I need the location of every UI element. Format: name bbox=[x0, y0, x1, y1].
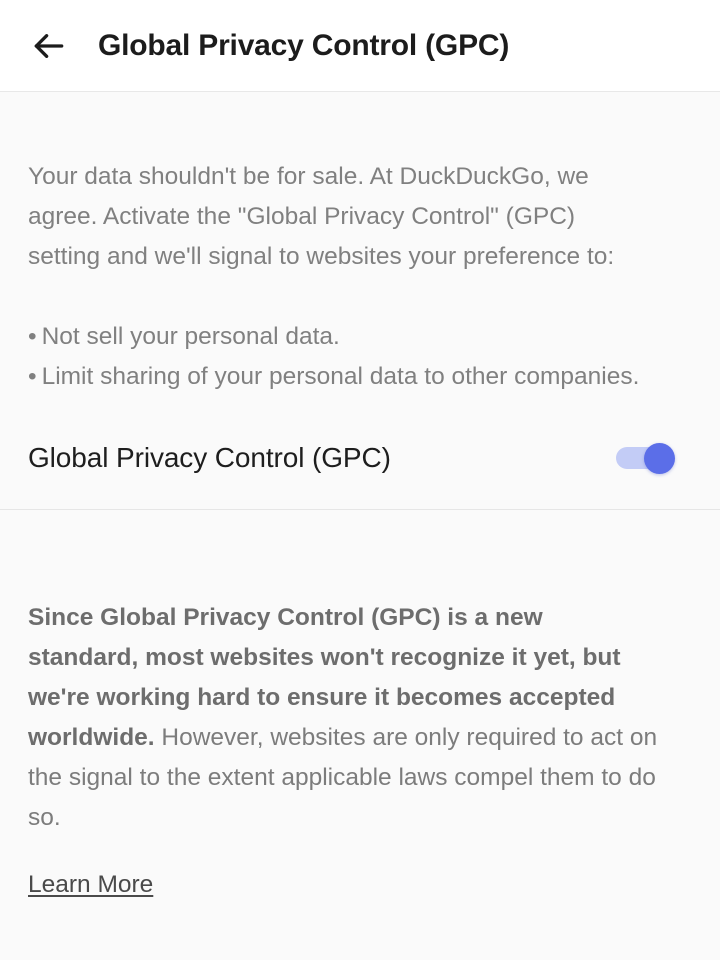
list-item: • Not sell your personal data. bbox=[28, 317, 653, 357]
list-item-label: Not sell your personal data. bbox=[41, 322, 340, 350]
gpc-setting-row[interactable]: Global Privacy Control (GPC) bbox=[28, 441, 692, 475]
back-button[interactable] bbox=[16, 13, 82, 79]
list-item: • Limit sharing of your personal data to … bbox=[28, 357, 653, 397]
description-section: Your data shouldn't be for sale. At Duck… bbox=[0, 92, 720, 509]
list-item-label: Limit sharing of your personal data to o… bbox=[41, 362, 640, 390]
bullet-icon: • bbox=[28, 322, 37, 350]
gpc-settings-screen: Global Privacy Control (GPC) Your data s… bbox=[0, 0, 720, 960]
page-title: Global Privacy Control (GPC) bbox=[98, 28, 510, 62]
app-bar: Global Privacy Control (GPC) bbox=[0, 0, 720, 92]
footnote-text: Since Global Privacy Control (GPC) is a … bbox=[28, 598, 658, 838]
benefits-list: • Not sell your personal data. • Limit sha… bbox=[28, 317, 653, 397]
learn-more-link[interactable]: Learn More bbox=[28, 865, 153, 905]
intro-paragraph: Your data shouldn't be for sale. At Duck… bbox=[28, 162, 615, 270]
footnote-section: Since Global Privacy Control (GPC) is a … bbox=[0, 509, 720, 960]
arrow-left-icon bbox=[30, 27, 68, 65]
bullet-icon: • bbox=[28, 362, 37, 390]
gpc-toggle-switch[interactable] bbox=[616, 441, 676, 475]
toggle-thumb bbox=[644, 442, 675, 474]
gpc-setting-label: Global Privacy Control (GPC) bbox=[28, 441, 391, 473]
